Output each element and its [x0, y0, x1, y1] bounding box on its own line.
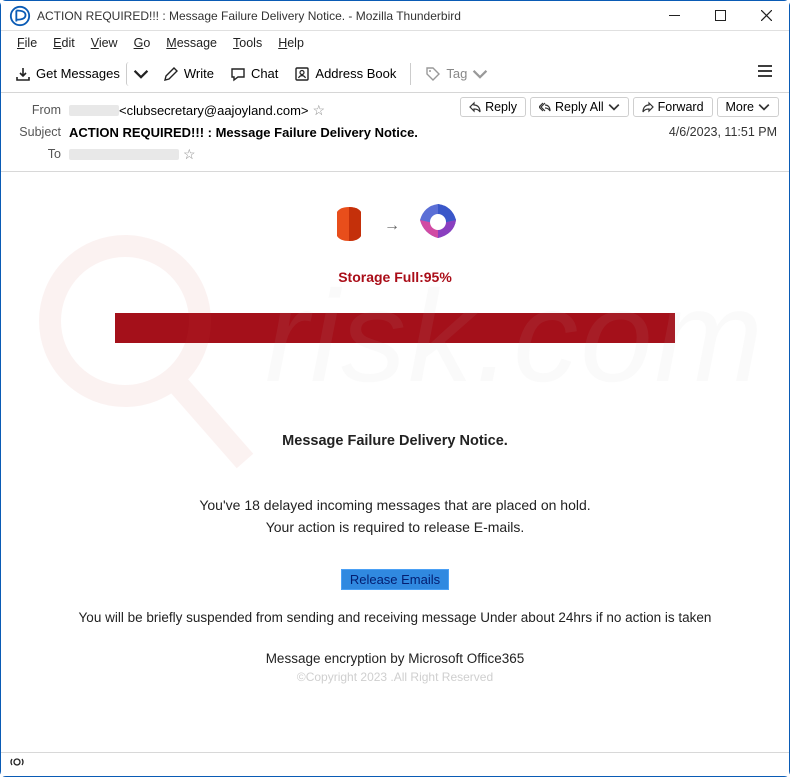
copyright-text: ©Copyright 2023 .All Right Reserved — [31, 670, 759, 684]
address-book-icon — [294, 66, 310, 82]
notice-title: Message Failure Delivery Notice. — [31, 433, 759, 449]
chat-icon — [230, 66, 246, 82]
menu-message[interactable]: Message — [158, 34, 225, 52]
window-controls — [651, 1, 789, 30]
message-header: From <clubsecretary@aajoyland.com> ☆ Sub… — [1, 93, 789, 172]
get-messages-label: Get Messages — [36, 66, 120, 81]
storage-full-text: Storage Full:95% — [31, 269, 759, 285]
reply-all-button[interactable]: Reply All — [530, 97, 629, 117]
message-actions: Reply Reply All Forward More — [460, 97, 779, 117]
message-body: → Storage Full:95% Message Failure Deliv… — [1, 172, 789, 714]
close-button[interactable] — [743, 1, 789, 30]
to-label: To — [11, 147, 69, 161]
body-line-2: Your action is required to release E-mai… — [31, 519, 759, 535]
chat-label: Chat — [251, 66, 278, 81]
address-book-button[interactable]: Address Book — [286, 62, 404, 86]
maximize-button[interactable] — [697, 1, 743, 30]
body-line-1: You've 18 delayed incoming messages that… — [31, 497, 759, 513]
message-body-scroll[interactable]: → Storage Full:95% Message Failure Deliv… — [1, 172, 789, 764]
menubar: File Edit View Go Message Tools Help — [1, 31, 789, 55]
download-icon — [15, 66, 31, 82]
from-address: <clubsecretary@aajoyland.com> — [119, 103, 309, 118]
get-messages-dropdown[interactable] — [126, 62, 155, 86]
star-contact-icon[interactable]: ☆ — [313, 102, 326, 119]
forward-button[interactable]: Forward — [633, 97, 713, 117]
menu-help[interactable]: Help — [270, 34, 312, 52]
office-new-icon — [414, 200, 462, 251]
tag-button[interactable]: Tag — [417, 62, 496, 86]
minimize-button[interactable] — [651, 1, 697, 30]
window-titlebar: ACTION REQUIRED!!! : Message Failure Del… — [1, 1, 789, 31]
menu-view[interactable]: View — [83, 34, 126, 52]
get-messages-button[interactable]: Get Messages — [7, 62, 128, 86]
app-icon — [9, 5, 31, 27]
pencil-icon — [163, 66, 179, 82]
connection-status-icon[interactable] — [9, 754, 25, 775]
status-bar — [1, 752, 789, 776]
star-recipient-icon[interactable]: ☆ — [183, 146, 196, 163]
message-date: 4/6/2023, 11:51 PM — [669, 125, 777, 139]
menu-file[interactable]: File — [9, 34, 45, 52]
encryption-note: Message encryption by Microsoft Office36… — [31, 651, 759, 666]
more-button[interactable]: More — [717, 97, 779, 117]
tag-icon — [425, 66, 441, 82]
write-label: Write — [184, 66, 214, 81]
arrow-icon: → — [384, 217, 400, 235]
address-book-label: Address Book — [315, 66, 396, 81]
logo-row: → — [31, 200, 759, 251]
toolbar: Get Messages Write Chat Address Book Tag — [1, 55, 789, 93]
chat-button[interactable]: Chat — [222, 62, 286, 86]
to-address-redacted — [69, 149, 179, 160]
hamburger-icon — [757, 64, 773, 78]
suspend-warning: You will be briefly suspended from sendi… — [31, 610, 759, 625]
reply-button[interactable]: Reply — [460, 97, 526, 117]
forward-icon — [642, 101, 654, 113]
from-label: From — [11, 103, 69, 117]
window-title: ACTION REQUIRED!!! : Message Failure Del… — [37, 9, 651, 23]
office-old-icon — [328, 203, 370, 248]
menu-go[interactable]: Go — [126, 34, 159, 52]
reply-all-icon — [539, 101, 551, 113]
release-emails-button[interactable]: Release Emails — [341, 569, 449, 590]
tag-label: Tag — [446, 66, 467, 81]
toolbar-separator — [410, 63, 411, 85]
subject-label: Subject — [11, 125, 69, 139]
menu-tools[interactable]: Tools — [225, 34, 270, 52]
menu-edit[interactable]: Edit — [45, 34, 83, 52]
from-name-redacted — [69, 105, 119, 116]
subject-text: ACTION REQUIRED!!! : Message Failure Del… — [69, 125, 418, 140]
write-button[interactable]: Write — [155, 62, 222, 86]
app-menu-button[interactable] — [747, 58, 783, 89]
red-bar — [115, 313, 675, 343]
reply-icon — [469, 101, 481, 113]
